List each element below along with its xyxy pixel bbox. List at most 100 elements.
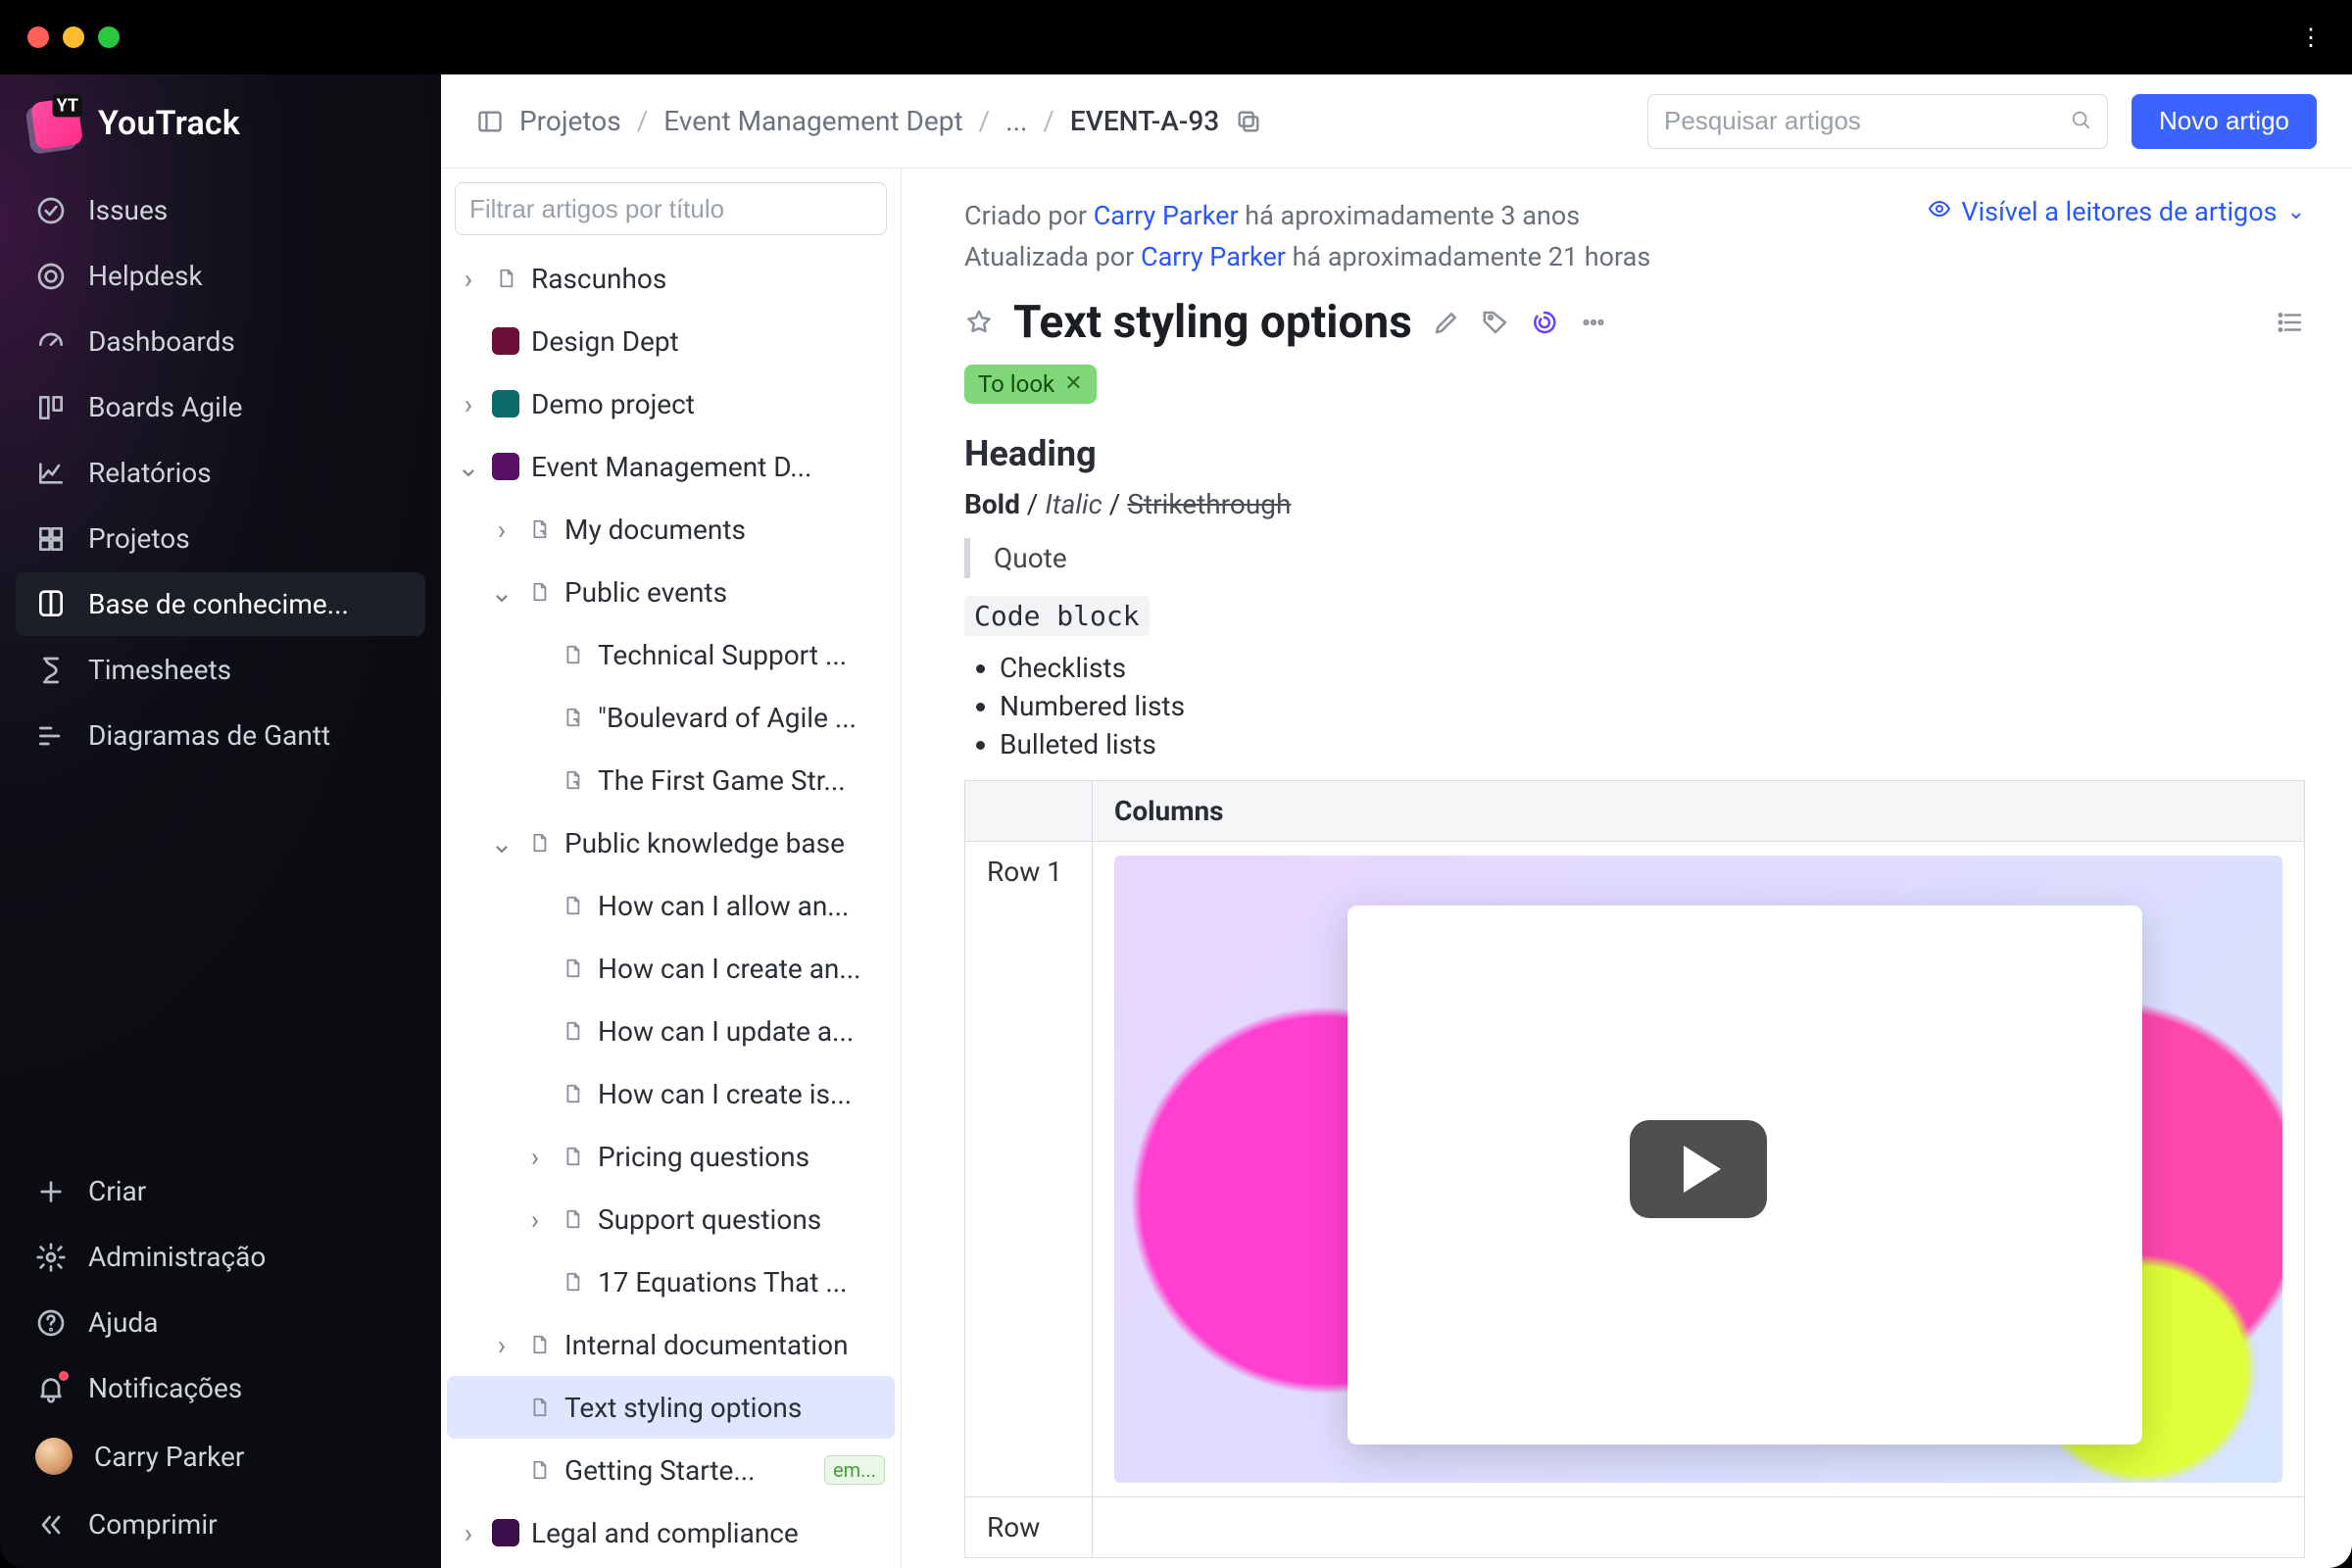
sidebar-item-timesheets[interactable]: Timesheets — [16, 638, 425, 702]
video-thumbnail[interactable] — [1114, 856, 2282, 1483]
sidebar-item-reports[interactable]: Relatórios — [16, 441, 425, 505]
document-icon — [559, 704, 586, 731]
tree-node-label: Design Dept — [531, 325, 679, 358]
tree-node[interactable]: Technical Support ... — [447, 623, 895, 686]
breadcrumb-item[interactable]: ... — [1005, 105, 1027, 137]
minimize-window-icon[interactable] — [63, 26, 84, 48]
search-field[interactable] — [1664, 106, 2058, 136]
tree-node-label: The First Game Str... — [598, 764, 846, 797]
tree-node[interactable]: ›Rascunhos — [447, 247, 895, 310]
sidebar-item-dashboards[interactable]: Dashboards — [16, 310, 425, 373]
tree-node[interactable]: Text styling options — [447, 1376, 895, 1439]
chevron-down-icon[interactable]: ⌄ — [490, 827, 514, 859]
chevron-right-icon[interactable]: › — [523, 1141, 547, 1173]
lifebuoy-icon — [35, 261, 67, 292]
tag-label: To look — [978, 370, 1054, 398]
tree-node[interactable]: ›Legal and compliance — [447, 1501, 895, 1564]
sidebar-item-boards[interactable]: Boards Agile — [16, 375, 425, 439]
breadcrumb-item[interactable]: Projetos — [519, 105, 621, 137]
tree-node-label: Support questions — [598, 1203, 821, 1236]
tree-node[interactable]: ›Internal documentation — [447, 1313, 895, 1376]
tree-filter-field[interactable] — [469, 194, 872, 224]
tree-node[interactable]: The First Game Str... — [447, 749, 895, 811]
edit-icon[interactable] — [1432, 308, 1461, 337]
chevron-right-icon[interactable]: › — [457, 388, 480, 420]
tree-node-label: How can I create is... — [598, 1078, 852, 1110]
sidebar-item-user[interactable]: Carry Parker — [16, 1422, 425, 1491]
brand[interactable]: YouTrack — [0, 92, 441, 178]
sidebar-item-projects[interactable]: Projetos — [16, 507, 425, 570]
article-panel: Criado por Carry Parker há aproximadamen… — [902, 169, 2352, 1568]
star-icon[interactable] — [964, 308, 994, 337]
more-icon[interactable] — [1579, 308, 1608, 337]
tree-filter-input[interactable] — [455, 182, 887, 235]
tree-node-label: Demo project — [531, 388, 695, 420]
sidebar-item-notifications[interactable]: Notificações — [16, 1356, 425, 1420]
tree-node[interactable]: How can I update a... — [447, 1000, 895, 1062]
tree-node[interactable]: ⌄Event Management D... — [447, 435, 895, 498]
tag-icon[interactable] — [1481, 308, 1510, 337]
ai-swirl-icon[interactable] — [1530, 308, 1559, 337]
sidebar-item-label: Projetos — [88, 522, 190, 555]
maximize-window-icon[interactable] — [98, 26, 120, 48]
tree-node[interactable]: ⌄ Public knowledge base — [447, 811, 895, 874]
tree-node[interactable]: ›My documents — [447, 498, 895, 561]
table-cell — [1093, 1496, 2305, 1557]
breadcrumb-sep: / — [979, 105, 991, 137]
table-row: Row — [965, 1496, 2305, 1557]
tree-node-label: Text styling options — [564, 1392, 802, 1424]
updated-by-link[interactable]: Carry Parker — [1141, 241, 1286, 272]
sidebar-item-collapse[interactable]: Comprimir — [16, 1493, 425, 1556]
document-icon — [559, 1080, 586, 1107]
inline-styles-sample: Bold / Italic / Strikethrough — [964, 488, 2305, 520]
chevron-down-icon[interactable]: ⌄ — [490, 576, 514, 609]
chevron-right-icon[interactable]: › — [490, 1329, 514, 1361]
toc-icon[interactable] — [2276, 308, 2305, 337]
tree-node[interactable]: How can I create an... — [447, 937, 895, 1000]
article-table: Columns Row 1 — [964, 780, 2305, 1558]
breadcrumb-item[interactable]: Event Management Dept — [663, 105, 962, 137]
tag-remove-icon[interactable]: ✕ — [1064, 371, 1082, 396]
tree-node-label: How can I create an... — [598, 953, 861, 985]
tree-node-label: Public knowledge base — [564, 827, 845, 859]
list-item: Checklists — [1000, 652, 2305, 684]
tree-node[interactable]: ›Pricing questions — [447, 1125, 895, 1188]
chevron-right-icon[interactable]: › — [457, 1517, 480, 1549]
tree-node[interactable]: Getting Starte...em... — [447, 1439, 895, 1501]
tree-node[interactable]: How can I create is... — [447, 1062, 895, 1125]
window-more-icon[interactable]: ⋮ — [2299, 24, 2325, 51]
breadcrumb-sep: / — [637, 105, 649, 137]
table-cell: Row 1 — [965, 841, 1093, 1496]
chevron-right-icon[interactable]: › — [490, 514, 514, 546]
close-window-icon[interactable] — [27, 26, 49, 48]
panel-toggle-icon[interactable] — [476, 108, 504, 135]
new-article-button[interactable]: Novo artigo — [2132, 94, 2317, 149]
tree-node[interactable]: 17 Equations That ... — [447, 1250, 895, 1313]
sidebar-item-admin[interactable]: Administração — [16, 1225, 425, 1289]
chevron-right-icon[interactable]: › — [523, 1203, 547, 1236]
draft-badge: em... — [824, 1455, 885, 1485]
search-input[interactable] — [1647, 94, 2108, 149]
chevron-right-icon[interactable]: › — [457, 263, 480, 295]
sidebar-item-help[interactable]: Ajuda — [16, 1291, 425, 1354]
tree-node[interactable]: › Support questions — [447, 1188, 895, 1250]
document-icon — [559, 766, 586, 794]
article-tag[interactable]: To look ✕ — [964, 365, 1097, 404]
tree-node[interactable]: › Demo project — [447, 372, 895, 435]
sidebar-item-knowledge-base[interactable]: Base de conhecime... — [16, 572, 425, 636]
tree-node[interactable]: "Boulevard of Agile ... — [447, 686, 895, 749]
tree-node[interactable]: ⌄Public events — [447, 561, 895, 623]
sidebar-item-create[interactable]: Criar — [16, 1159, 425, 1223]
sidebar-item-gantt[interactable]: Diagramas de Gantt — [16, 704, 425, 767]
project-icon — [492, 390, 519, 417]
visibility-selector[interactable]: Visível a leitores de artigos ⌄ — [1928, 196, 2305, 227]
tree-node[interactable]: How can I allow an... — [447, 874, 895, 937]
sidebar-item-helpdesk[interactable]: Helpdesk — [16, 244, 425, 308]
sidebar-item-issues[interactable]: Issues — [16, 178, 425, 242]
play-icon[interactable] — [1630, 1120, 1767, 1218]
created-by-link[interactable]: Carry Parker — [1094, 200, 1239, 231]
copy-icon[interactable] — [1235, 108, 1262, 135]
chevron-down-icon[interactable]: ⌄ — [457, 451, 480, 483]
document-icon — [559, 1205, 586, 1233]
tree-node[interactable]: Design Dept — [447, 310, 895, 372]
